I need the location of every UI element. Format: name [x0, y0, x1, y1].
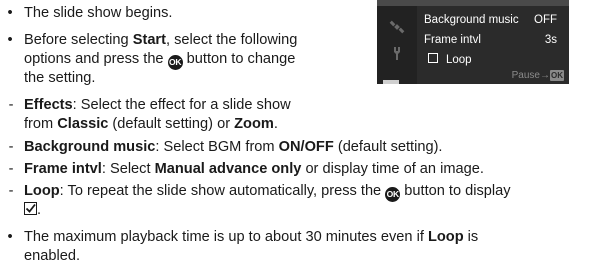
screen-sidebar	[377, 6, 417, 84]
row-value: 3s	[544, 34, 557, 46]
frame-intvl-term: Frame intvl	[24, 161, 102, 177]
bullet-marker: •	[7, 5, 13, 21]
zoom-term: Zoom	[234, 116, 274, 132]
text-run: is	[463, 229, 479, 245]
menu-row-background-music[interactable]: Background music OFF	[417, 10, 569, 30]
menu-row-frame-intvl[interactable]: Frame intvl 3s	[417, 30, 569, 50]
text-run: .	[37, 202, 42, 218]
text-run: from	[24, 116, 58, 132]
text-run: button to display	[400, 183, 511, 199]
pause-hint: Pause→OK	[512, 69, 564, 83]
sub-item-text: Loop: To repeat the slide show automatic…	[24, 182, 511, 202]
ok-button-icon: OK	[385, 187, 401, 202]
text-run: button to change	[182, 51, 296, 67]
dash-marker: -	[8, 97, 14, 113]
sub-item-text: Background music: Select BGM from ON/OFF…	[24, 138, 442, 157]
dash-marker: -	[8, 183, 14, 199]
bullet-marker: •	[7, 229, 13, 245]
manual-advance-term: Manual advance only	[154, 161, 302, 177]
row-value: OFF	[534, 14, 557, 26]
checkbox-checked-icon	[24, 202, 37, 215]
start-term: Start	[132, 32, 166, 48]
row-label-loop: Loop	[424, 50, 472, 70]
text-run: , select the following	[165, 32, 298, 48]
dash-marker: -	[8, 161, 14, 177]
satellite-icon	[389, 20, 405, 34]
text-run: : Select BGM from	[155, 139, 279, 155]
sub-item-text: .	[24, 201, 41, 220]
pause-label: Pause→	[511, 70, 550, 81]
text-run: : Select	[101, 161, 155, 177]
on-off-term: ON/OFF	[278, 139, 334, 155]
wrench-icon	[389, 46, 405, 60]
text-run: (default setting).	[333, 139, 443, 155]
sub-item-text: Frame intvl: Select Manual advance only …	[24, 160, 484, 179]
bullet-text: options and press the OK button to chang…	[24, 50, 295, 70]
bullet-text: The slide show begins.	[24, 5, 173, 21]
bullet-text: The maximum playback time is up to about…	[24, 228, 478, 247]
bullet-text: the setting.	[24, 70, 96, 86]
camera-screen: Background music OFF Frame intvl 3s Loop…	[377, 0, 569, 84]
text-run: options and press the	[24, 51, 168, 67]
loop-term: Loop	[24, 183, 60, 199]
battery-icon	[383, 80, 399, 84]
row-label: Background music	[424, 14, 519, 26]
bgm-term: Background music	[24, 139, 156, 155]
text-run: (default setting) or	[108, 116, 235, 132]
ok-button-icon: OK	[167, 55, 183, 70]
text-run: The maximum playback time is up to about…	[24, 229, 428, 245]
bullet-text: Before selecting Start, select the follo…	[24, 31, 297, 50]
bullet-text: enabled.	[24, 248, 80, 264]
classic-term: Classic	[57, 116, 109, 132]
text-run: Before selecting	[24, 32, 133, 48]
text-run: : To repeat the slide show automatically…	[59, 183, 386, 199]
dash-marker: -	[8, 139, 14, 155]
effects-term: Effects	[24, 97, 73, 113]
loop-checkbox[interactable]	[428, 53, 438, 63]
ok-key-icon: OK	[550, 70, 564, 81]
row-label: Frame intvl	[424, 34, 481, 46]
sub-item-text: Effects: Select the effect for a slide s…	[24, 96, 291, 115]
menu-row-loop[interactable]: Loop	[417, 50, 569, 70]
text-run: or display time of an image.	[301, 161, 484, 177]
sub-item-text: from Classic (default setting) or Zoom.	[24, 115, 278, 134]
bullet-marker: •	[7, 32, 13, 48]
manual-page: Background music OFF Frame intvl 3s Loop…	[0, 0, 589, 273]
loop-label: Loop	[446, 54, 472, 66]
loop-term: Loop	[427, 229, 464, 245]
text-run: : Select the effect for a slide show	[72, 97, 291, 113]
text-run: .	[273, 116, 278, 132]
